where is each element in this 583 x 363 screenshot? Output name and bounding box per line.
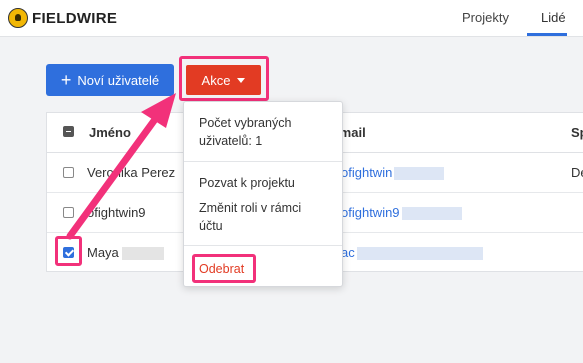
annotation-arrow-icon	[66, 93, 176, 240]
